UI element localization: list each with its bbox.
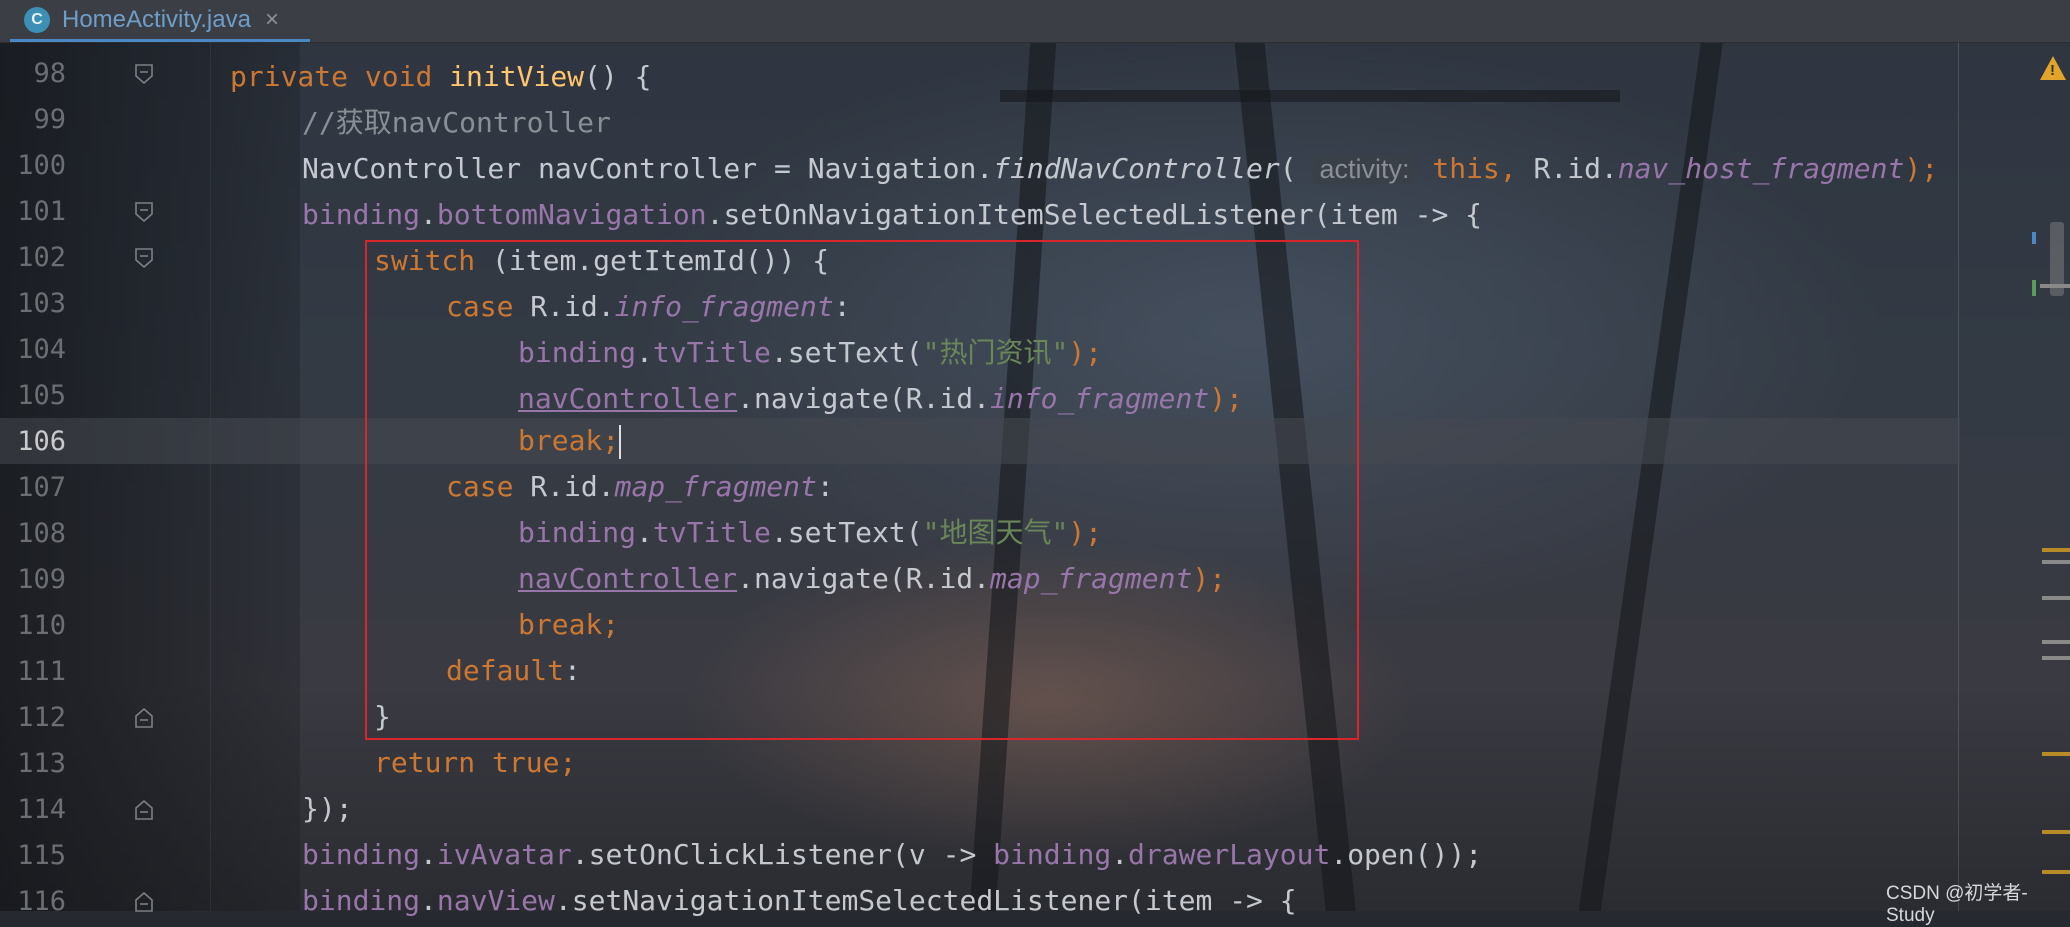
tab-home-activity[interactable]: C HomeActivity.java × [10,0,310,42]
line-number[interactable]: 116 [14,879,66,925]
warning-exclamation: ! [2050,62,2055,79]
line-number[interactable]: 100 [14,143,66,189]
class-file-icon: C [24,6,50,33]
fold-marker-icon[interactable] [135,202,153,222]
highlight-annotation-box [365,240,1359,740]
parameter-hint: activity: [1313,154,1416,184]
fold-marker-icon[interactable] [135,892,153,912]
line-number[interactable]: 108 [14,511,66,557]
error-stripe-mark[interactable] [2042,640,2070,644]
line-number[interactable]: 114 [14,787,66,833]
editor-tab-bar: C HomeActivity.java × [0,0,2070,43]
line-number[interactable]: 112 [14,695,66,741]
line-number[interactable]: 110 [14,603,66,649]
fold-marker-icon[interactable] [135,64,153,84]
error-stripe-mark[interactable] [2032,232,2036,244]
gutter-row: 113 [0,741,2070,787]
line-number[interactable]: 107 [14,465,66,511]
error-stripe-mark[interactable] [2042,596,2070,600]
line-number[interactable]: 109 [14,557,66,603]
error-stripe-mark[interactable] [2042,830,2070,834]
tab-label: HomeActivity.java [62,5,251,33]
error-stripe-mark[interactable] [2042,656,2070,660]
code-line-114[interactable]: }); [302,786,353,832]
error-stripe-mark[interactable] [2042,560,2070,564]
line-number[interactable]: 103 [14,281,66,327]
fold-marker-icon[interactable] [135,800,153,820]
code-line-100[interactable]: NavController navController = Navigation… [302,146,1938,192]
code-line-113[interactable]: return true; [374,740,576,786]
line-number[interactable]: 106 [14,419,66,465]
code-line-101[interactable]: binding.bottomNavigation.setOnNavigation… [302,192,1482,238]
error-stripe-mark[interactable] [2040,284,2070,288]
code-line-98[interactable]: private void initView() { [230,54,651,100]
line-number[interactable]: 104 [14,327,66,373]
line-number[interactable]: 111 [14,649,66,695]
code-line-99[interactable]: //获取navController [302,100,611,146]
error-stripe-mark[interactable] [2042,752,2070,756]
line-number[interactable]: 115 [14,833,66,879]
fold-marker-icon[interactable] [135,708,153,728]
watermark: CSDN @初学者-Study [1886,883,2028,926]
error-stripe-mark[interactable] [2042,870,2070,874]
line-number[interactable]: 99 [14,97,66,143]
line-number[interactable]: 98 [14,51,66,97]
line-number[interactable]: 105 [14,373,66,419]
fold-marker-icon[interactable] [135,248,153,268]
code-line-115[interactable]: binding.ivAvatar.setOnClickListener(v ->… [302,832,1482,878]
line-number[interactable]: 113 [14,741,66,787]
line-number[interactable]: 101 [14,189,66,235]
code-line-116[interactable]: binding.navView.setNavigationItemSelecte… [302,878,1297,924]
line-number[interactable]: 102 [14,235,66,281]
error-stripe-mark[interactable] [2042,548,2070,552]
close-icon[interactable]: × [265,6,279,34]
error-stripe-mark[interactable] [2032,280,2036,296]
